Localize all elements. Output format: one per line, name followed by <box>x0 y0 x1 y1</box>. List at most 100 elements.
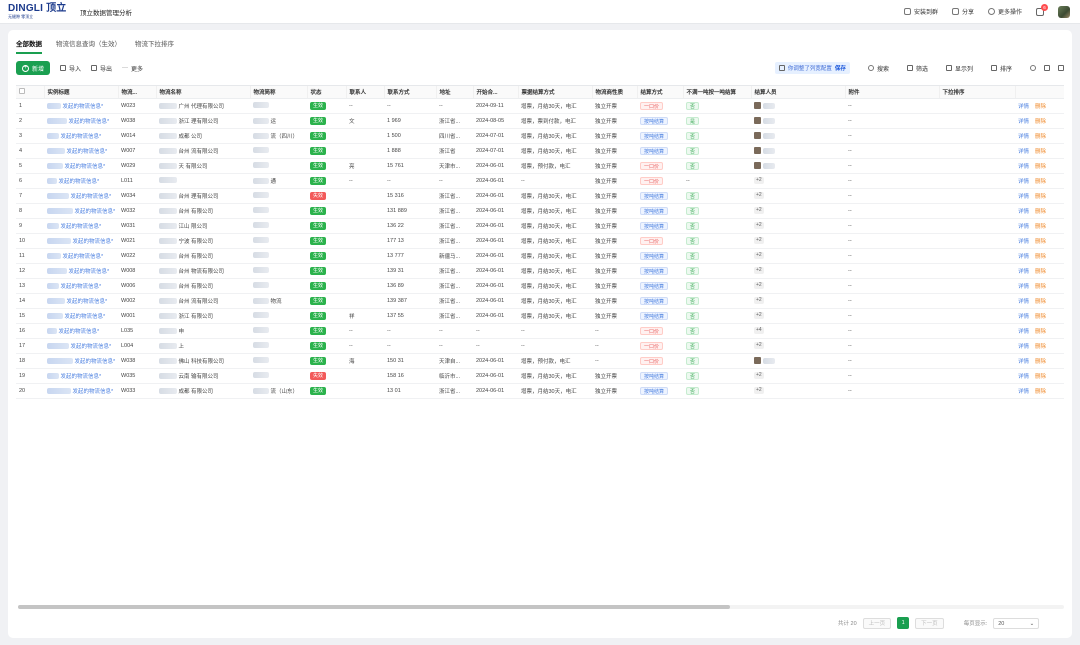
next-page-button[interactable]: 下一页 <box>915 617 944 629</box>
col-header[interactable]: 物流简称 <box>250 86 308 99</box>
instance-title-link[interactable]: 发起的物流信息* <box>71 194 112 200</box>
instance-title-link[interactable]: 发起的物流信息* <box>73 389 114 395</box>
title-cell[interactable]: 发起的物流信息* <box>44 383 118 399</box>
instance-title-link[interactable]: 发起的物流信息* <box>69 269 110 275</box>
detail-link[interactable]: 详情 <box>1018 284 1029 290</box>
instance-title-link[interactable]: 发起的物流信息* <box>71 344 112 350</box>
select-all-checkbox[interactable] <box>19 87 25 94</box>
table-row[interactable]: 8 发起的物流信息* W032 台州 有限公司 生效 131 889 浙江省... 20… <box>16 203 1064 219</box>
tip-save-link[interactable]: 保存 <box>835 64 846 72</box>
instance-title-link[interactable]: 发起的物流信息* <box>63 254 104 260</box>
delete-link[interactable]: 删除 <box>1035 119 1046 125</box>
title-cell[interactable]: 发起的物流信息* <box>44 98 118 114</box>
col-header[interactable]: 不满一吨按一吨结算 <box>683 86 752 99</box>
title-cell[interactable]: 发起的物流信息* <box>44 323 118 339</box>
instance-title-link[interactable]: 发起的物流信息* <box>61 134 102 140</box>
delete-link[interactable]: 删除 <box>1035 254 1046 260</box>
import-button[interactable]: 导入 <box>60 64 81 73</box>
table-row[interactable]: 7 发起的物流信息* W034 台州 理有限公司 失效 15 316 浙江省... 20… <box>16 188 1064 204</box>
delete-link[interactable]: 删除 <box>1035 104 1046 110</box>
title-cell[interactable]: 发起的物流信息* <box>44 263 118 279</box>
col-header[interactable]: 结算人员 <box>751 86 846 99</box>
tab-logistics-query[interactable]: 物流信息查询（生效） <box>56 38 121 54</box>
more-button[interactable]: ··· 更多 <box>122 64 143 73</box>
instance-title-link[interactable]: 发起的物流信息* <box>63 104 104 110</box>
notification-icon[interactable]: 6 <box>1036 3 1048 16</box>
title-cell[interactable]: 发起的物流信息* <box>44 203 118 219</box>
delete-link[interactable]: 删除 <box>1035 164 1046 170</box>
detail-link[interactable]: 详情 <box>1018 344 1029 350</box>
tab-all-data[interactable]: 全部数据 <box>16 38 42 54</box>
detail-link[interactable]: 详情 <box>1018 269 1029 275</box>
col-header[interactable]: 票据结算方式 <box>518 86 593 99</box>
delete-link[interactable]: 删除 <box>1035 194 1046 200</box>
delete-link[interactable]: 删除 <box>1035 359 1046 365</box>
table-row[interactable]: 15 发起的物流信息* W001 浙江 有限公司 生效 祥 137 55 浙江省... 2… <box>16 308 1064 324</box>
detail-link[interactable]: 详情 <box>1018 389 1029 395</box>
sort-button[interactable]: 排序 <box>990 64 1012 73</box>
delete-link[interactable]: 删除 <box>1035 134 1046 140</box>
table-row[interactable]: 17 发起的物流信息* L004 上 生效 -- -- -- -- -- -- 一口价 否 +2 --… <box>16 338 1064 354</box>
title-cell[interactable]: 发起的物流信息* <box>44 293 118 309</box>
table-row[interactable]: 19 发起的物流信息* W035 云南 输有限公司 失效 158 16 临沂市... 2… <box>16 368 1064 384</box>
detail-link[interactable]: 详情 <box>1018 209 1029 215</box>
col-header[interactable]: 物流商性质 <box>592 86 638 99</box>
detail-link[interactable]: 详情 <box>1018 194 1029 200</box>
delete-link[interactable]: 删除 <box>1035 179 1046 185</box>
col-header[interactable]: 联系方式 <box>384 86 437 99</box>
instance-title-link[interactable]: 发起的物流信息* <box>59 179 100 185</box>
instance-title-link[interactable]: 发起的物流信息* <box>69 119 110 125</box>
detail-link[interactable]: 详情 <box>1018 104 1029 110</box>
col-header[interactable]: 开始合... <box>473 86 519 99</box>
detail-link[interactable]: 详情 <box>1018 374 1029 380</box>
table-row[interactable]: 6 发起的物流信息* L011 通 生效 -- -- -- 2024-06-01 -- 独立开票… <box>16 173 1064 189</box>
col-header[interactable]: 实例标题 <box>44 86 119 99</box>
col-header[interactable]: 地址 <box>436 86 474 99</box>
columns-button[interactable]: 显示列 <box>945 64 973 73</box>
title-cell[interactable]: 发起的物流信息* <box>44 158 118 174</box>
instance-title-link[interactable]: 发起的物流信息* <box>75 359 116 365</box>
delete-link[interactable]: 删除 <box>1035 314 1046 320</box>
title-cell[interactable]: 发起的物流信息* <box>44 248 118 264</box>
horizontal-scrollbar[interactable] <box>18 605 1064 609</box>
detail-link[interactable]: 详情 <box>1018 179 1029 185</box>
user-avatar[interactable] <box>1058 5 1070 18</box>
delete-link[interactable]: 删除 <box>1035 344 1046 350</box>
detail-link[interactable]: 详情 <box>1018 329 1029 335</box>
delete-link[interactable]: 删除 <box>1035 299 1046 305</box>
instance-title-link[interactable]: 发起的物流信息* <box>65 164 106 170</box>
title-cell[interactable]: 发起的物流信息* <box>44 128 118 144</box>
title-cell[interactable]: 发起的物流信息* <box>44 308 118 324</box>
col-header[interactable]: 附件 <box>845 86 940 99</box>
title-cell[interactable]: 发起的物流信息* <box>44 338 118 354</box>
search-button[interactable]: 搜索 <box>867 64 889 73</box>
instance-title-link[interactable]: 发起的物流信息* <box>65 314 106 320</box>
table-row[interactable]: 3 发起的物流信息* W014 成都 公司 流（四川） 生效 1 500 四川省... 2… <box>16 128 1064 144</box>
detail-link[interactable]: 详情 <box>1018 254 1029 260</box>
table-row[interactable]: 5 发起的物流信息* W029 天 有限公司 生效 亮 15 761 天津市... 202… <box>16 158 1064 174</box>
table-row[interactable]: 2 发起的物流信息* W038 浙江 理有限公司 运 生效 文 1 969 浙江省... 2… <box>16 113 1064 129</box>
delete-link[interactable]: 删除 <box>1035 149 1046 155</box>
prev-page-button[interactable]: 上一页 <box>862 617 892 629</box>
col-header[interactable]: 物流... <box>118 86 157 99</box>
instance-title-link[interactable]: 发起的物流信息* <box>61 224 102 230</box>
instance-title-link[interactable]: 发起的物流信息* <box>67 299 108 305</box>
table-row[interactable]: 1 发起的物流信息* W023 广州 代理有限公司 生效 -- -- -- 2024-09… <box>16 98 1064 114</box>
detail-link[interactable]: 详情 <box>1018 239 1029 245</box>
scrollbar-thumb[interactable] <box>18 605 730 609</box>
delete-link[interactable]: 删除 <box>1035 329 1046 335</box>
instance-title-link[interactable]: 发起的物流信息* <box>61 284 102 290</box>
share-button[interactable]: 分享 <box>951 7 974 16</box>
instance-title-link[interactable]: 发起的物流信息* <box>61 374 102 380</box>
tab-logistics-sort[interactable]: 物流下拉排序 <box>135 38 174 54</box>
table-row[interactable]: 12 发起的物流信息* W008 台州 物流有限公司 生效 139 31 浙江省...… <box>16 263 1064 279</box>
table-row[interactable]: 9 发起的物流信息* W031 江山 限公司 生效 136 22 浙江省... 2024… <box>16 218 1064 234</box>
table-row[interactable]: 11 发起的物流信息* W022 台州 有限公司 生效 13 777 新疆马... 20… <box>16 248 1064 264</box>
title-cell[interactable]: 发起的物流信息* <box>44 143 118 159</box>
table-row[interactable]: 4 发起的物流信息* W007 台州 流有限公司 生效 1 888 浙江省 2024-0… <box>16 143 1064 159</box>
detail-link[interactable]: 详情 <box>1018 224 1029 230</box>
title-cell[interactable]: 发起的物流信息* <box>44 113 118 129</box>
delete-link[interactable]: 删除 <box>1035 269 1046 275</box>
detail-link[interactable]: 详情 <box>1018 119 1029 125</box>
title-cell[interactable]: 发起的物流信息* <box>44 353 118 369</box>
